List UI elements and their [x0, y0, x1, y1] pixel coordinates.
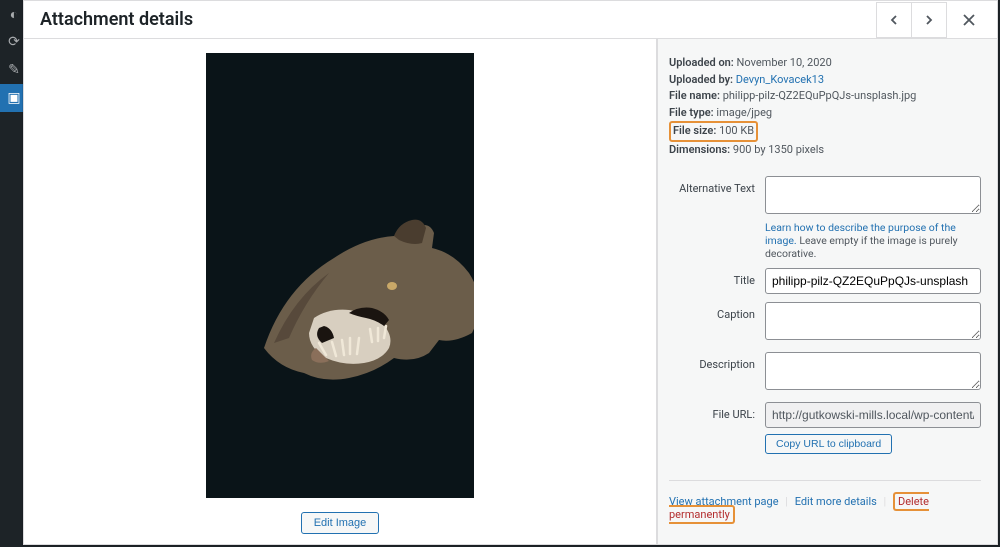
- file-size-value: 100 KB: [719, 124, 754, 137]
- file-size-label: File size:: [673, 124, 716, 137]
- caption-label: Caption: [669, 302, 765, 321]
- copy-url-button[interactable]: Copy URL to clipboard: [765, 434, 892, 454]
- caption-row: Caption: [669, 302, 981, 344]
- close-button[interactable]: [951, 2, 987, 38]
- file-url-input[interactable]: [765, 402, 981, 428]
- uploaded-on-value: November 10, 2020: [737, 56, 832, 69]
- alt-text-row: Alternative Text Learn how to describe t…: [669, 176, 981, 260]
- edit-image-button[interactable]: Edit Image: [301, 512, 380, 534]
- title-label: Title: [669, 268, 765, 287]
- wolf-image: [254, 198, 474, 438]
- file-name-value: philipp-pilz-QZ2EQuPpQJs-unsplash.jpg: [723, 89, 917, 102]
- uploaded-on-label: Uploaded on:: [669, 56, 734, 69]
- modal-title: Attachment details: [40, 9, 193, 30]
- separator: |: [785, 495, 788, 508]
- edit-details-link[interactable]: Edit more details: [795, 495, 877, 508]
- prev-button[interactable]: [876, 2, 912, 38]
- file-type-label: File type:: [669, 106, 714, 119]
- title-row: Title: [669, 268, 981, 294]
- file-name-label: File name:: [669, 89, 720, 102]
- modal-body: Edit Image Uploaded on: November 10, 202…: [24, 39, 997, 544]
- dimensions-value: 900 by 1350 pixels: [733, 143, 824, 156]
- details-pane: Uploaded on: November 10, 2020 Uploaded …: [657, 39, 997, 544]
- file-size-highlight: File size: 100 KB: [669, 121, 758, 142]
- description-row: Description: [669, 352, 981, 394]
- description-label: Description: [669, 352, 765, 371]
- caption-input[interactable]: [765, 302, 981, 340]
- file-url-row: File URL: Copy URL to clipboard: [669, 402, 981, 454]
- dimensions-label: Dimensions:: [669, 143, 730, 156]
- description-input[interactable]: [765, 352, 981, 390]
- modal-header: Attachment details: [24, 1, 997, 39]
- actions-row: View attachment page | Edit more details…: [669, 480, 981, 521]
- attachment-preview-image: [206, 53, 474, 498]
- alt-text-label: Alternative Text: [669, 176, 765, 195]
- header-nav: [877, 2, 987, 38]
- meta-list: Uploaded on: November 10, 2020 Uploaded …: [669, 55, 981, 158]
- file-url-label: File URL:: [669, 402, 765, 421]
- next-button[interactable]: [911, 2, 947, 38]
- title-input[interactable]: [765, 268, 981, 294]
- alt-text-input[interactable]: [765, 176, 981, 214]
- uploaded-by-label: Uploaded by:: [669, 73, 733, 86]
- attachment-details-modal: Attachment details: [23, 0, 998, 545]
- separator: |: [884, 495, 887, 508]
- preview-pane: Edit Image: [24, 39, 657, 544]
- file-type-value: image/jpeg: [716, 106, 772, 119]
- uploaded-by-link[interactable]: Devyn_Kovacek13: [736, 73, 824, 86]
- alt-help: Learn how to describe the purpose of the…: [765, 221, 981, 260]
